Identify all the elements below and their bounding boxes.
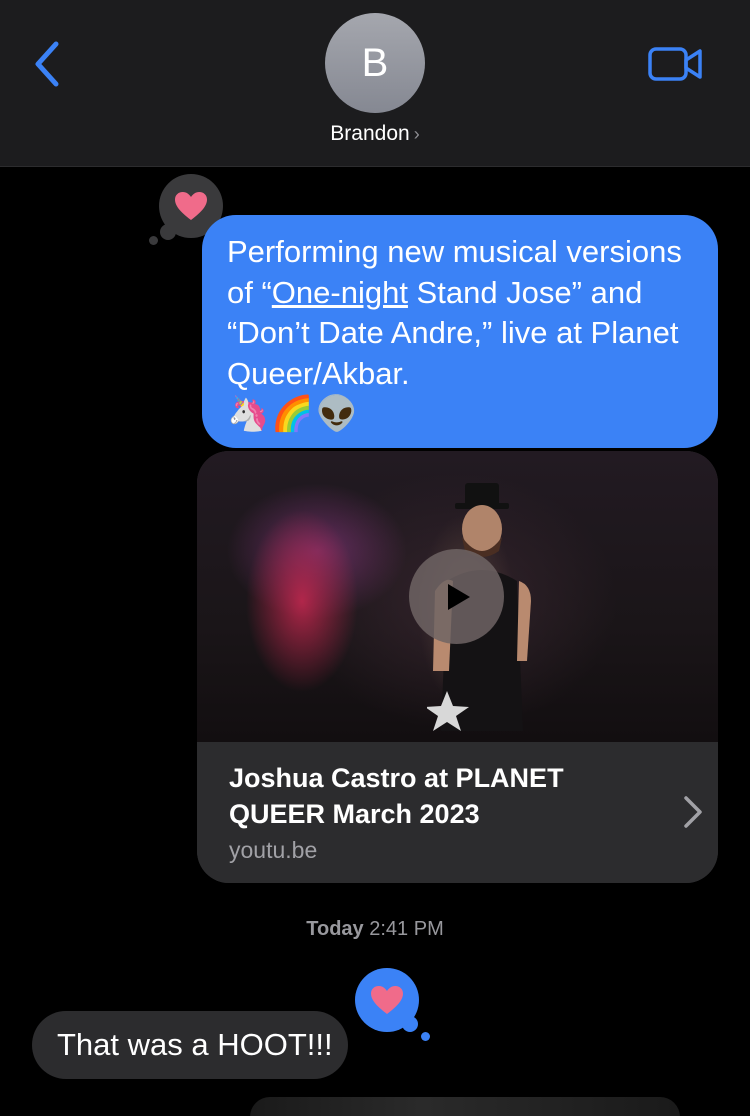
chevron-right-icon [684, 796, 702, 828]
incoming-message-text: That was a HOOT!!! [57, 1027, 333, 1062]
facetime-video-button[interactable] [647, 44, 705, 84]
incoming-message-bubble[interactable]: That was a HOOT!!! [32, 1011, 348, 1079]
heart-icon [371, 986, 403, 1014]
chevron-left-icon [35, 41, 59, 87]
tapback-tail-small [421, 1032, 430, 1041]
link-preview-card[interactable]: Joshua Castro at PLANET QUEER March 2023… [197, 451, 718, 883]
video-camera-icon [648, 47, 702, 81]
play-button[interactable] [409, 549, 504, 644]
message-emojis: 🦄🌈👽 [227, 395, 361, 433]
timestamp-time: 2:41 PM [369, 918, 444, 940]
tapback-tail-small [149, 236, 158, 245]
message-link[interactable]: One-night [272, 275, 408, 310]
heart-reaction[interactable] [355, 968, 419, 1032]
chevron-right-icon: › [413, 124, 420, 144]
back-button[interactable] [28, 38, 68, 90]
link-preview-info[interactable]: Joshua Castro at PLANET QUEER March 2023… [197, 742, 718, 883]
outgoing-message-bubble[interactable]: Performing new musical versions of “One-… [202, 215, 718, 448]
contact-name-row[interactable]: Brandon › [0, 122, 750, 146]
avatar-initial: B [361, 40, 389, 85]
message-timestamp: Today 2:41 PM [0, 918, 750, 941]
link-preview-domain: youtu.be [229, 837, 318, 863]
contact-avatar[interactable]: B [325, 13, 425, 113]
heart-icon [175, 192, 207, 220]
video-thumbnail[interactable] [197, 451, 718, 742]
next-message-preview [250, 1097, 680, 1116]
contact-name: Brandon [330, 122, 410, 145]
timestamp-day: Today [306, 918, 364, 940]
conversation-header: B Brandon › [0, 0, 750, 167]
link-preview-title: Joshua Castro at PLANET QUEER March 2023 [229, 763, 564, 829]
play-icon [447, 583, 470, 610]
